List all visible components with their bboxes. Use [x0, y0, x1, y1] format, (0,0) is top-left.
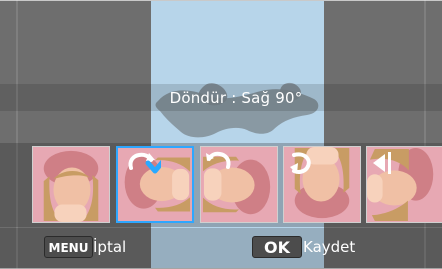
thumbnail-flip[interactable]: [366, 146, 442, 223]
rotation-status: Döndür : Sağ 90°: [169, 89, 303, 107]
cancel-label[interactable]: İptal: [93, 236, 126, 258]
thumbnail-rotate-180[interactable]: [283, 146, 361, 223]
flip-icon: [373, 152, 391, 174]
rotate-left-icon: [206, 151, 231, 169]
portrait-image: [33, 147, 109, 222]
thumbnail-rotate-right[interactable]: [116, 146, 194, 223]
rotate-screen: Döndür : Sağ 90° MENU İptal OK Kaydet: [0, 0, 442, 269]
thumbnail-original[interactable]: [32, 146, 110, 223]
thumbnail-rotate-left[interactable]: [200, 146, 278, 223]
ok-key[interactable]: OK: [252, 236, 302, 258]
menu-key[interactable]: MENU: [44, 236, 93, 258]
rotate-180-icon: [290, 152, 311, 174]
top-frame-line: [0, 0, 442, 1]
rotate-right-check-icon: [128, 152, 161, 174]
save-label[interactable]: Kaydet: [303, 236, 355, 258]
